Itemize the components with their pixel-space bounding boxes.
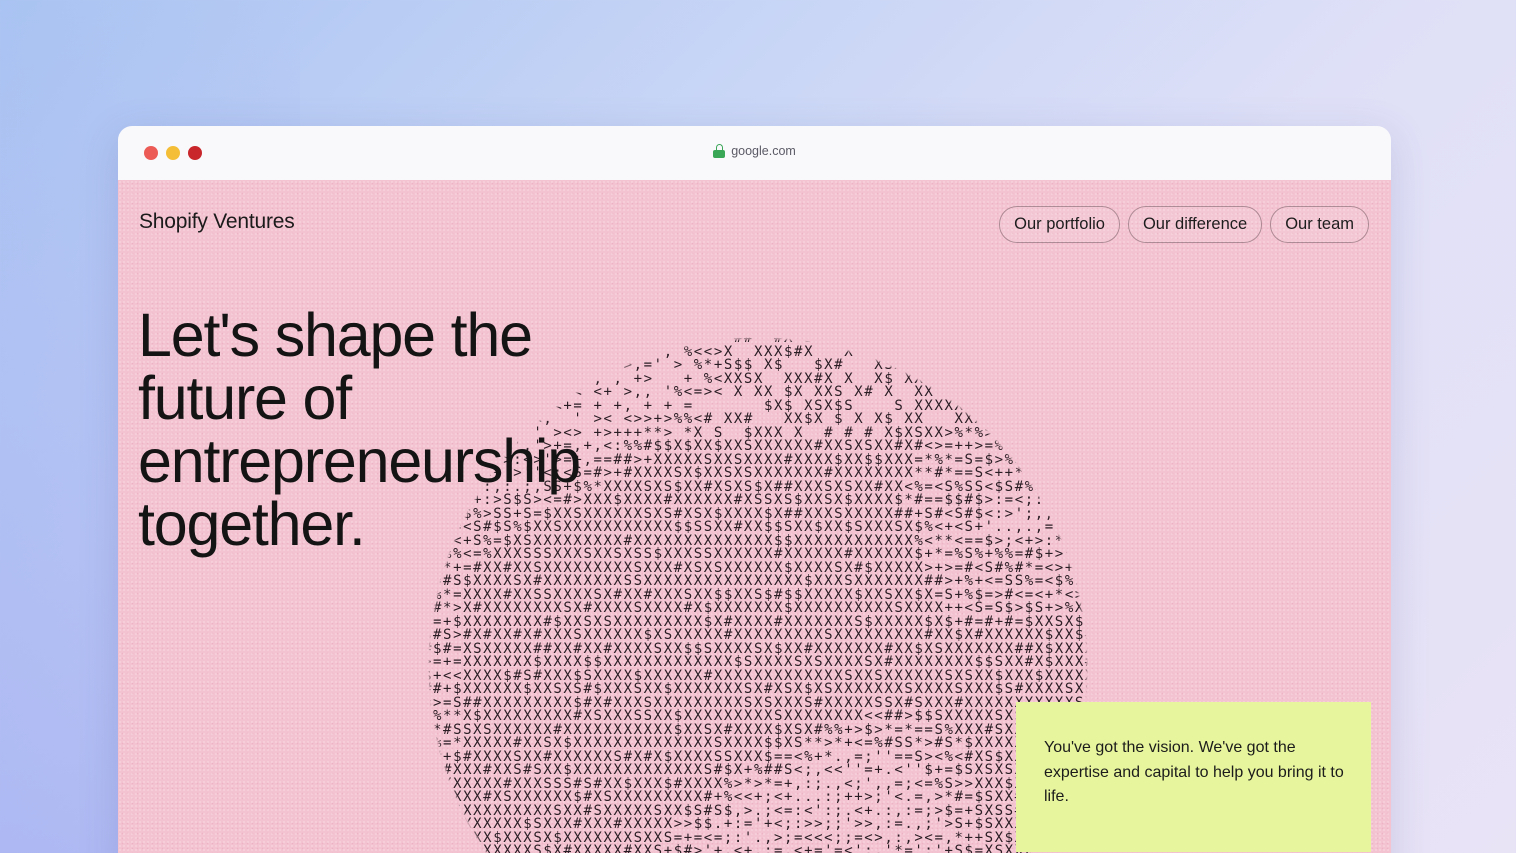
headline-line-4: together. bbox=[138, 490, 366, 558]
headline-line-1: Let's shape the bbox=[138, 301, 533, 369]
nav-our-team[interactable]: Our team bbox=[1270, 206, 1369, 243]
main-nav: Our portfolio Our difference Our team bbox=[999, 206, 1369, 243]
headline-line-2: future of bbox=[138, 364, 352, 432]
nav-our-portfolio[interactable]: Our portfolio bbox=[999, 206, 1120, 243]
url-text: google.com bbox=[731, 144, 796, 158]
hero-headline: Let's shape the future of entrepreneursh… bbox=[138, 301, 581, 558]
callout-card: You've got the vision. We've got the exp… bbox=[1016, 702, 1371, 852]
headline-line-3: entrepreneurship bbox=[138, 427, 581, 495]
webpage: Shopify Ventures Our portfolio Our diffe… bbox=[118, 180, 1391, 853]
browser-titlebar: google.com bbox=[118, 126, 1391, 180]
nav-our-difference[interactable]: Our difference bbox=[1127, 206, 1263, 243]
address-bar[interactable]: google.com bbox=[118, 144, 1391, 158]
browser-window: google.com Shopify Ventures Our portfoli… bbox=[118, 126, 1391, 853]
brand-logo[interactable]: Shopify Ventures bbox=[139, 210, 295, 234]
callout-text: You've got the vision. We've got the exp… bbox=[1044, 739, 1344, 805]
lock-icon bbox=[713, 144, 726, 158]
